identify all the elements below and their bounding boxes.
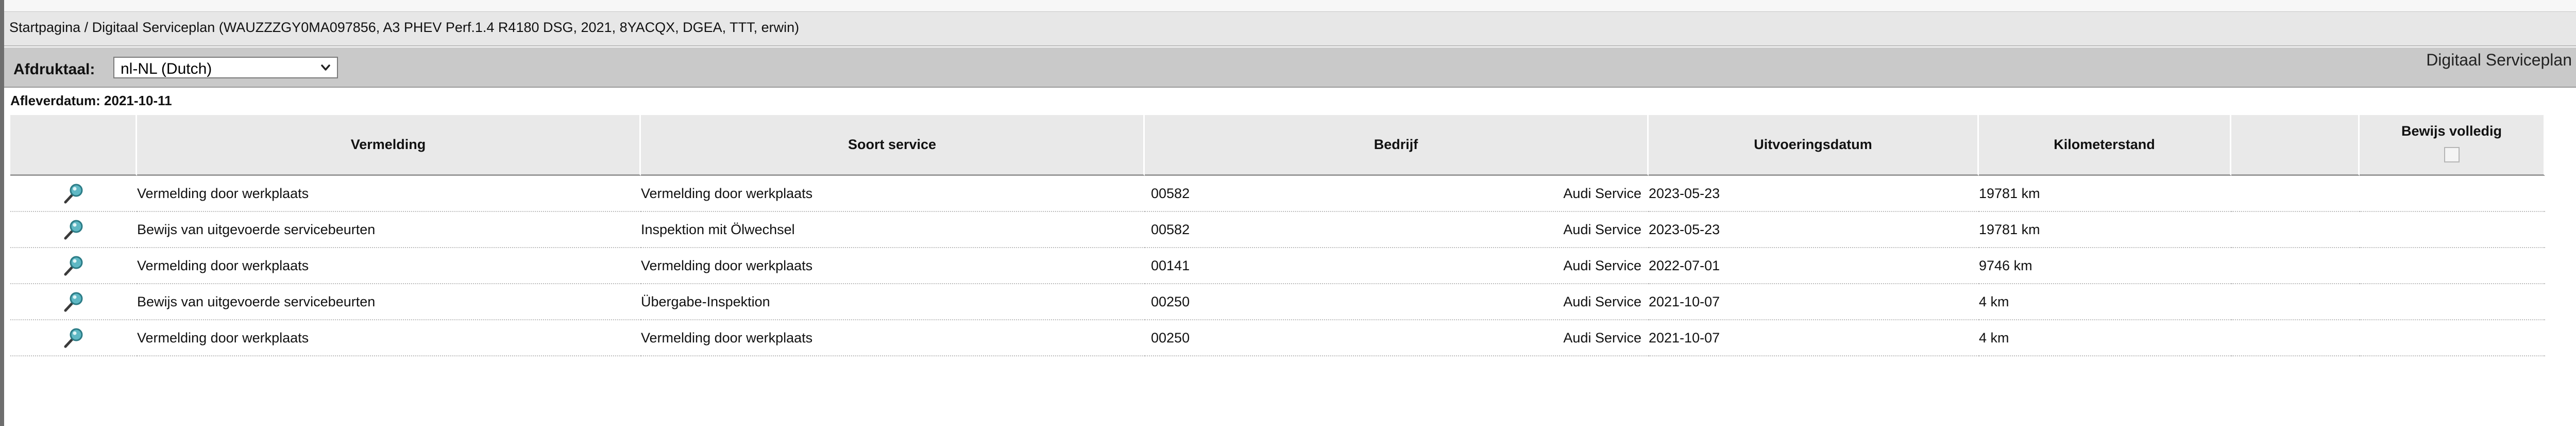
- entry-cell: Bewijs van uitgevoerde servicebeurten: [137, 284, 641, 320]
- company-code: 00141: [1151, 257, 1190, 273]
- column-header-proof-complete: Bewijs volledig: [2360, 115, 2545, 176]
- proof-complete-checkbox[interactable]: [2444, 147, 2460, 162]
- view-cell: [10, 284, 137, 320]
- service-type-cell: Inspektion mit Ölwechsel: [641, 212, 1145, 248]
- company-name: Audi Service: [1563, 221, 1641, 237]
- view-cell: [10, 176, 137, 212]
- proof-complete-label: Bewijs volledig: [2401, 123, 2502, 139]
- table-header-row: Vermelding Soort service Bedrijf Uitvoer…: [10, 115, 2545, 176]
- column-header-extra: [2231, 115, 2360, 176]
- company-name: Audi Service: [1563, 185, 1641, 201]
- company-cell: 00141 Audi Service: [1145, 248, 1649, 284]
- company-name: Audi Service: [1563, 293, 1641, 309]
- column-header-entry[interactable]: Vermelding: [137, 115, 641, 176]
- entry-cell: Bewijs van uitgevoerde servicebeurten: [137, 212, 641, 248]
- company-name: Audi Service: [1563, 257, 1641, 273]
- company-code: 00582: [1151, 185, 1190, 201]
- entry-cell: Vermelding door werkplaats: [137, 248, 641, 284]
- mileage-cell: 4 km: [1979, 320, 2231, 356]
- company-code: 00582: [1151, 221, 1190, 237]
- magnifier-icon[interactable]: [61, 253, 86, 278]
- magnifier-icon[interactable]: [61, 325, 86, 350]
- mileage-cell: 4 km: [1979, 284, 2231, 320]
- magnifier-icon[interactable]: [61, 181, 86, 206]
- service-type-cell: Vermelding door werkplaats: [641, 248, 1145, 284]
- column-header-mileage[interactable]: Kilometerstand: [1979, 115, 2231, 176]
- service-history-table: Vermelding Soort service Bedrijf Uitvoer…: [10, 115, 2545, 356]
- mileage-cell: 19781 km: [1979, 212, 2231, 248]
- magnifier-icon[interactable]: [61, 289, 86, 314]
- date-cell: 2023-05-23: [1649, 176, 1979, 212]
- proof-complete-cell: [2360, 212, 2545, 248]
- extra-cell: [2231, 284, 2360, 320]
- table-row[interactable]: Vermelding door werkplaats Vermelding doo…: [10, 176, 2545, 212]
- language-label: Afdruktaal:: [13, 61, 95, 78]
- mileage-cell: 19781 km: [1979, 176, 2231, 212]
- column-header-view: [10, 115, 137, 176]
- table-row[interactable]: Vermelding door werkplaats Vermelding doo…: [10, 248, 2545, 284]
- extra-cell: [2231, 212, 2360, 248]
- company-cell: 00582 Audi Service: [1145, 212, 1649, 248]
- column-header-service-type[interactable]: Soort service: [641, 115, 1145, 176]
- column-header-date[interactable]: Uitvoeringsdatum: [1649, 115, 1979, 176]
- company-name: Audi Service: [1563, 330, 1641, 346]
- extra-cell: [2231, 248, 2360, 284]
- magnifier-icon[interactable]: [61, 217, 86, 242]
- window-left-border: [0, 0, 4, 426]
- date-cell: 2022-07-01: [1649, 248, 1979, 284]
- date-cell: 2021-10-07: [1649, 284, 1979, 320]
- app-window: Startpagina / Digitaal Serviceplan (WAUZ…: [0, 0, 2576, 426]
- proof-complete-cell: [2360, 176, 2545, 212]
- entry-cell: Vermelding door werkplaats: [137, 320, 641, 356]
- extra-cell: [2231, 320, 2360, 356]
- proof-complete-cell: [2360, 284, 2545, 320]
- company-cell: 00250 Audi Service: [1145, 320, 1649, 356]
- delivery-date: Afleverdatum: 2021-10-11: [10, 93, 172, 108]
- proof-complete-cell: [2360, 248, 2545, 284]
- date-cell: 2023-05-23: [1649, 212, 1979, 248]
- page-heading: Digitaal Serviceplan: [2426, 51, 2572, 69]
- company-code: 00250: [1151, 293, 1190, 309]
- entry-cell: Vermelding door werkplaats: [137, 176, 641, 212]
- service-type-cell: Vermelding door werkplaats: [641, 176, 1145, 212]
- language-select[interactable]: nl-NL (Dutch): [113, 57, 338, 78]
- chevron-down-icon: [321, 64, 330, 71]
- table-body: Vermelding door werkplaats Vermelding doo…: [10, 176, 2545, 356]
- language-select-value: nl-NL (Dutch): [121, 60, 212, 77]
- breadcrumb-bar: Startpagina / Digitaal Serviceplan (WAUZ…: [4, 12, 2576, 46]
- company-cell: 00582 Audi Service: [1145, 176, 1649, 212]
- company-code: 00250: [1151, 330, 1190, 346]
- breadcrumb[interactable]: Startpagina / Digitaal Serviceplan (WAUZ…: [9, 20, 799, 36]
- table-row[interactable]: Vermelding door werkplaats Vermelding doo…: [10, 320, 2545, 356]
- view-cell: [10, 320, 137, 356]
- column-header-company[interactable]: Bedrijf: [1145, 115, 1649, 176]
- service-type-cell: Übergabe-Inspektion: [641, 284, 1145, 320]
- table-row[interactable]: Bewijs van uitgevoerde servicebeurten Übe…: [10, 284, 2545, 320]
- proof-complete-cell: [2360, 320, 2545, 356]
- view-cell: [10, 248, 137, 284]
- extra-cell: [2231, 176, 2360, 212]
- toolbar: Afdruktaal: nl-NL (Dutch) Digitaal Servi…: [4, 47, 2576, 88]
- mileage-cell: 9746 km: [1979, 248, 2231, 284]
- table-row[interactable]: Bewijs van uitgevoerde servicebeurten Ins…: [10, 212, 2545, 248]
- company-cell: 00250 Audi Service: [1145, 284, 1649, 320]
- service-type-cell: Vermelding door werkplaats: [641, 320, 1145, 356]
- view-cell: [10, 212, 137, 248]
- top-strip: [4, 0, 2576, 12]
- date-cell: 2021-10-07: [1649, 320, 1979, 356]
